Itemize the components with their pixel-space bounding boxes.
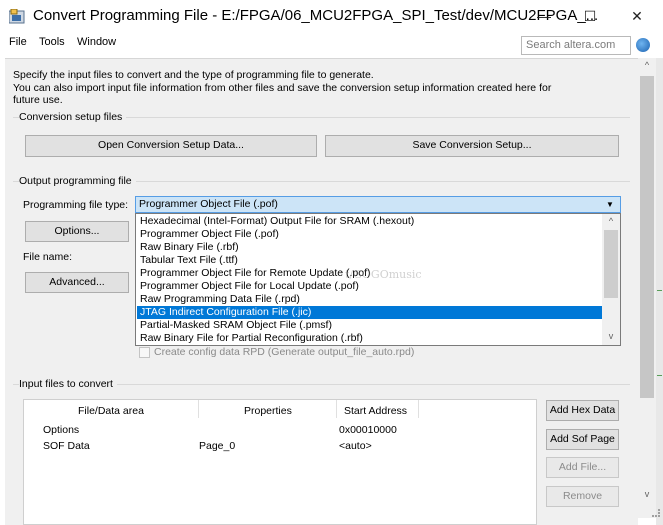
watermark: t/GOGOmusic	[345, 268, 422, 281]
search-input[interactable]: Search altera.com	[521, 36, 631, 55]
menu-window[interactable]: Window	[77, 36, 116, 48]
input-files-table	[23, 399, 537, 525]
scroll-up-icon[interactable]: ^	[602, 216, 620, 226]
add-file-button[interactable]: Add File...	[546, 457, 619, 478]
resize-grip-icon[interactable]	[652, 509, 660, 517]
file-type-value: Programmer Object File (.pof)	[139, 198, 278, 210]
options-button[interactable]: Options...	[25, 221, 129, 242]
conversion-setup-title: Conversion setup files	[19, 111, 127, 123]
output-file-title: Output programming file	[19, 175, 136, 187]
table-cell-file[interactable]: SOF Data	[43, 440, 90, 452]
intro-line-1: Specify the input files to convert and t…	[13, 69, 374, 81]
column-header-address[interactable]: Start Address	[344, 405, 407, 417]
dropdown-option[interactable]: Programmer Object File for Remote Update…	[140, 267, 371, 280]
file-type-label: Programming file type:	[23, 199, 129, 211]
dropdown-option[interactable]: Hexadecimal (Intel-Format) Output File f…	[140, 215, 414, 228]
file-name-label: File name:	[23, 251, 73, 263]
background-mark	[657, 290, 662, 291]
dropdown-option[interactable]: Tabular Text File (.ttf)	[140, 254, 238, 267]
globe-icon[interactable]	[636, 38, 650, 52]
dropdown-option[interactable]: Programmer Object File (.pof)	[140, 228, 279, 241]
dropdown-option[interactable]: Raw Binary File (.rbf)	[140, 241, 239, 254]
dropdown-option[interactable]: Raw Programming Data File (.rpd)	[140, 293, 300, 306]
app-icon	[8, 8, 26, 24]
menu-tools[interactable]: Tools	[39, 36, 65, 48]
dropdown-scroll-thumb[interactable]	[604, 230, 618, 298]
scroll-down-icon[interactable]: v	[602, 331, 620, 341]
open-conversion-setup-button[interactable]: Open Conversion Setup Data...	[25, 135, 317, 157]
add-hex-data-button[interactable]: Add Hex Data	[546, 400, 619, 421]
background-window-edge	[656, 58, 663, 525]
table-cell-address[interactable]: 0x00010000	[339, 424, 397, 436]
remove-button[interactable]: Remove	[546, 486, 619, 507]
create-rpd-label: Create config data RPD (Generate output_…	[154, 346, 415, 358]
dropdown-option[interactable]: Programmer Object File for Local Update …	[140, 280, 359, 293]
close-button[interactable]: ✕	[613, 0, 661, 32]
save-conversion-setup-button[interactable]: Save Conversion Setup...	[325, 135, 619, 157]
column-separator	[418, 400, 419, 418]
advanced-button[interactable]: Advanced...	[25, 272, 129, 293]
column-header-properties[interactable]: Properties	[244, 405, 292, 417]
intro-line-3: future use.	[13, 94, 63, 106]
dropdown-option[interactable]: Raw Binary File for Partial Reconfigurat…	[140, 332, 363, 345]
dropdown-option-selected[interactable]: JTAG Indirect Configuration File (.jic)	[137, 306, 602, 319]
table-cell-address[interactable]: <auto>	[339, 440, 372, 452]
window-title: Convert Programming File - E:/FPGA/06_MC…	[33, 7, 599, 24]
create-rpd-checkbox[interactable]	[139, 347, 150, 358]
add-sof-page-button[interactable]: Add Sof Page	[546, 429, 619, 450]
background-mark	[657, 375, 662, 376]
dialog-scroll-thumb[interactable]	[640, 76, 654, 398]
scroll-down-icon[interactable]: v	[638, 489, 656, 499]
minimize-button[interactable]: —	[521, 0, 567, 32]
menu-file[interactable]: File	[9, 36, 27, 48]
chevron-down-icon[interactable]: ▼	[606, 196, 614, 213]
table-cell-file[interactable]: Options	[43, 424, 79, 436]
input-files-title: Input files to convert	[19, 378, 117, 390]
column-header-file[interactable]: File/Data area	[78, 405, 144, 417]
column-separator	[336, 400, 337, 418]
maximize-button[interactable]: ☐	[567, 0, 613, 32]
column-separator	[198, 400, 199, 418]
intro-line-2: You can also import input file informati…	[13, 81, 552, 94]
table-cell-properties[interactable]: Page_0	[199, 440, 235, 452]
dropdown-option[interactable]: Partial-Masked SRAM Object File (.pmsf)	[140, 319, 332, 332]
scroll-up-icon[interactable]: ^	[638, 60, 656, 70]
intro-text: Specify the input files to convert and t…	[13, 69, 613, 107]
